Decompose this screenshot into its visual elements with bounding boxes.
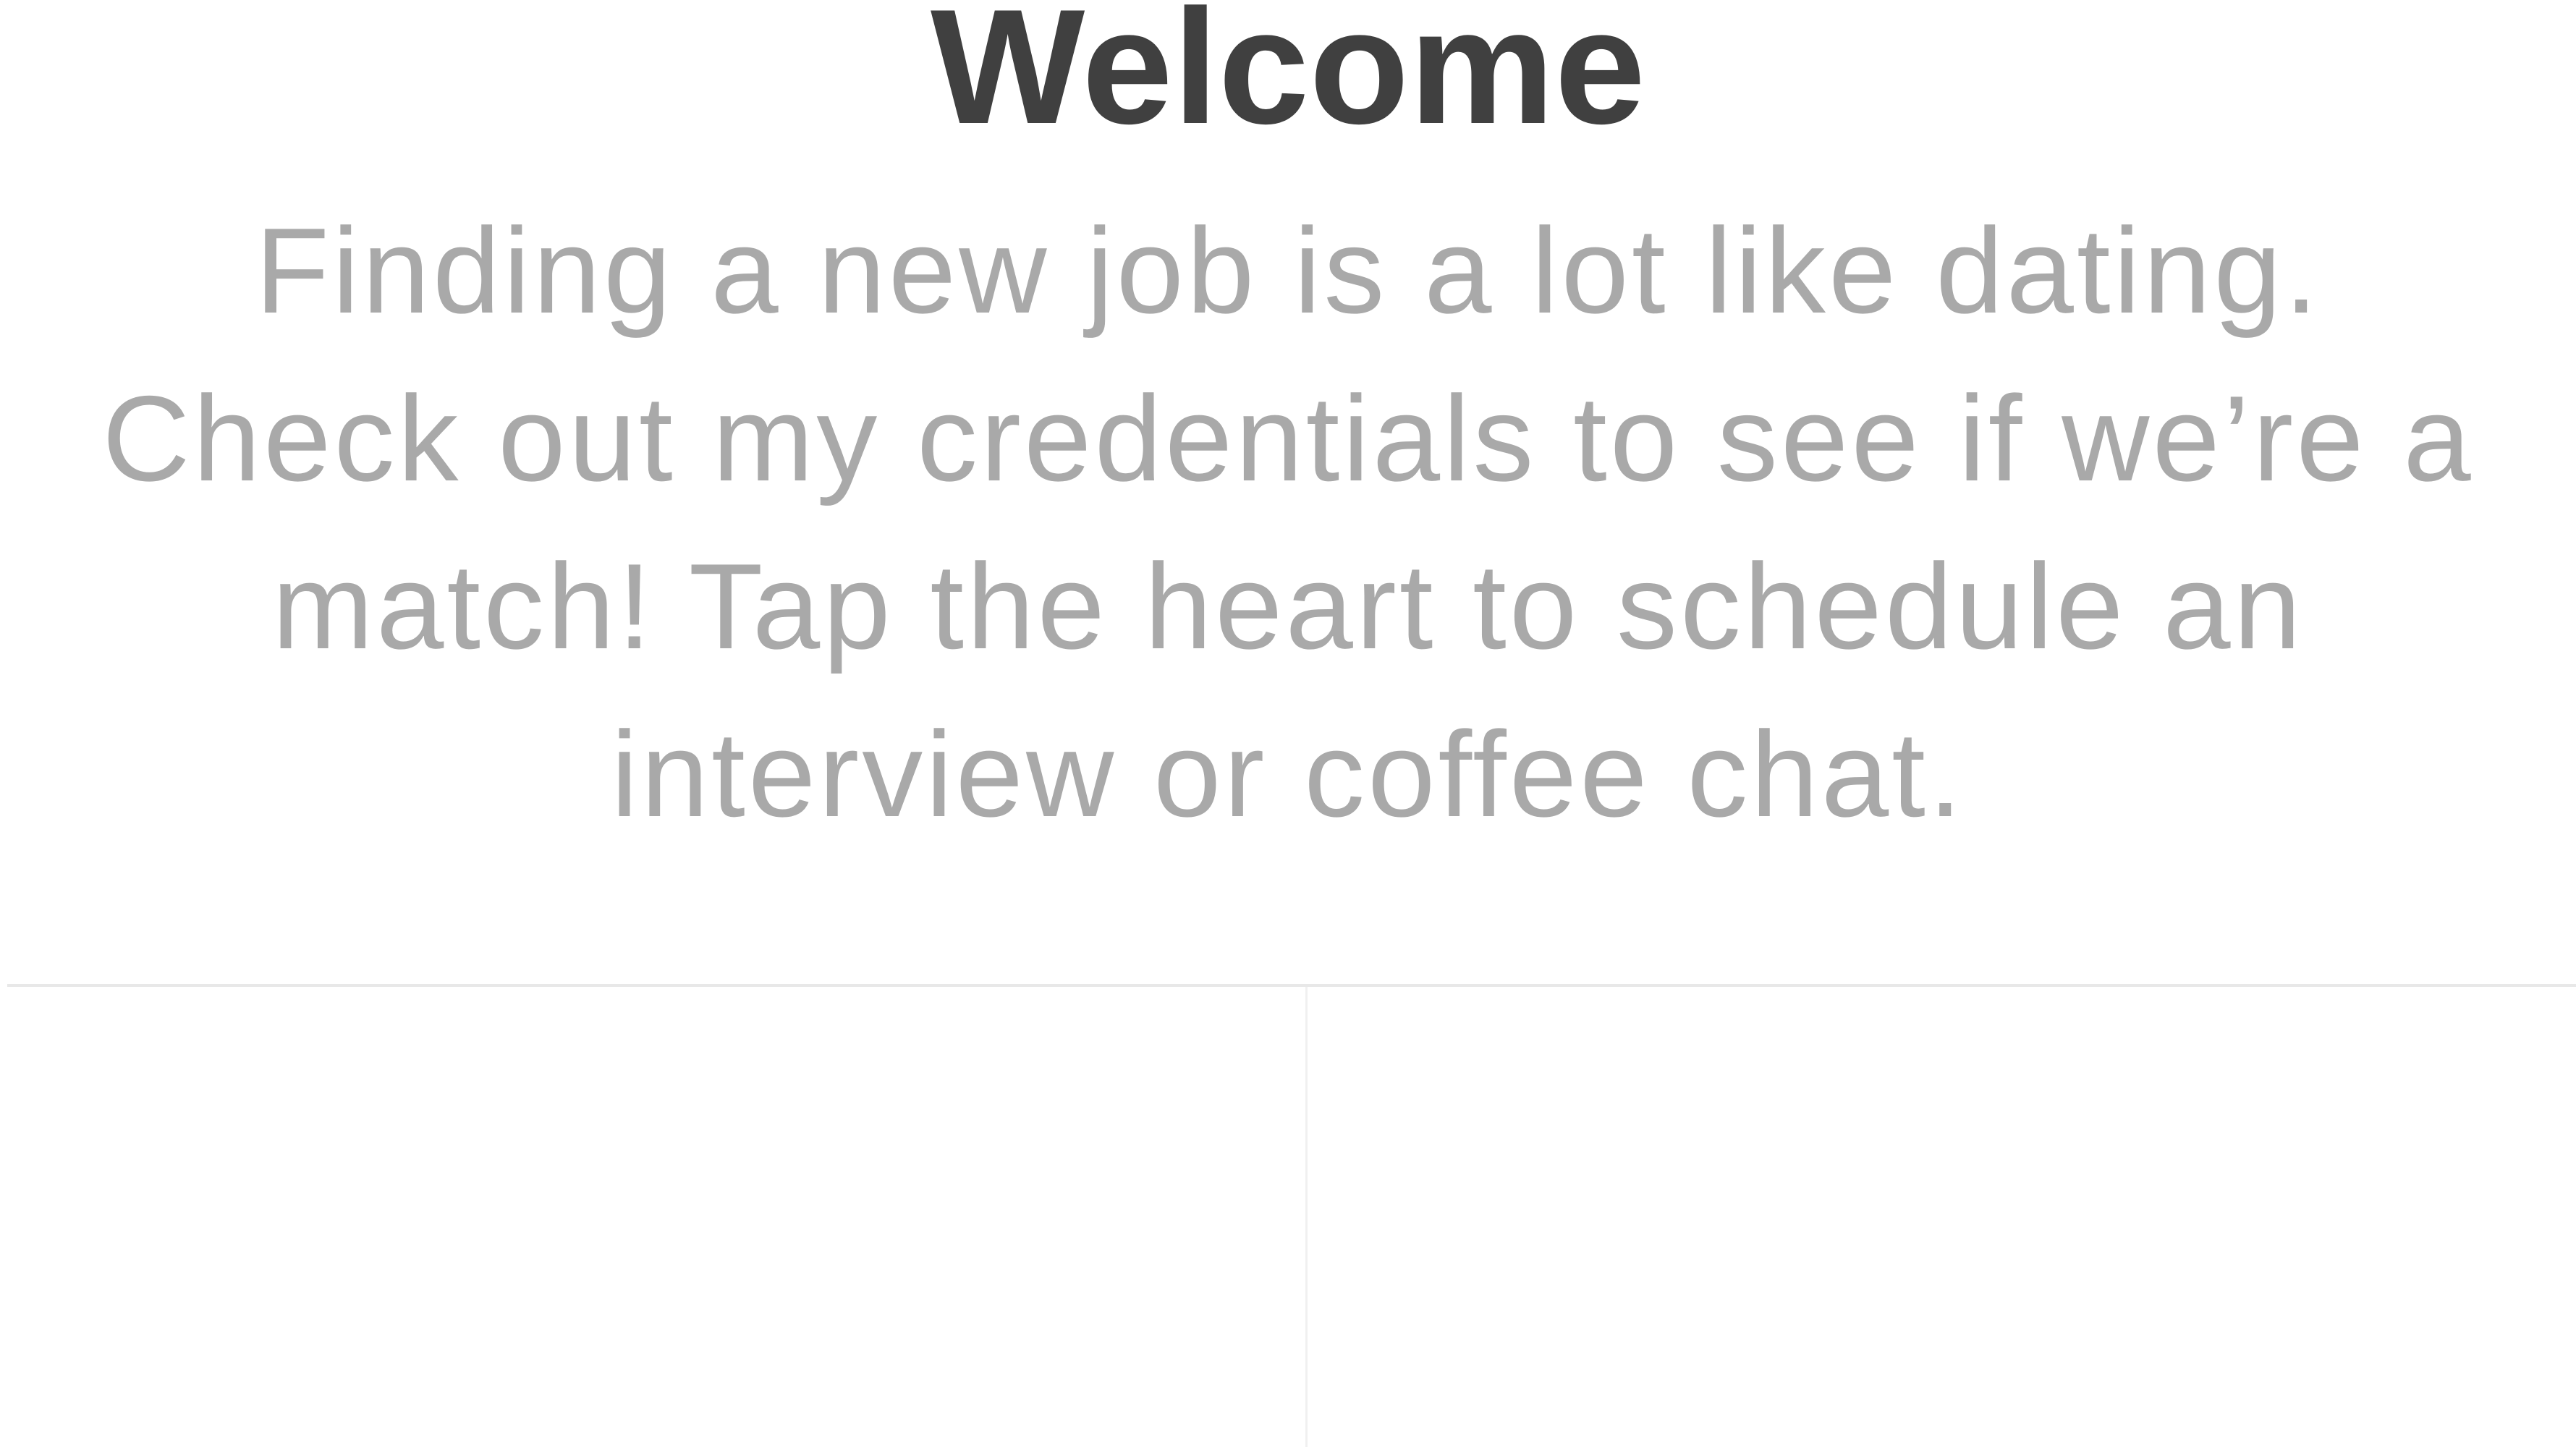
right-panel — [1308, 987, 2576, 1447]
page-title: Welcome — [930, 0, 1646, 158]
intro-text: Finding a new job is a lot like dating. … — [0, 187, 2576, 858]
left-panel — [0, 987, 1305, 1447]
intro-line: Finding a new job is a lot like dating. — [255, 203, 2321, 339]
intro-line: match! Tap the heart to schedule an — [272, 538, 2304, 674]
intro-line: interview or coffee chat. — [611, 706, 1965, 842]
intro-line: Check out my credentials to see if we’re… — [102, 370, 2474, 506]
